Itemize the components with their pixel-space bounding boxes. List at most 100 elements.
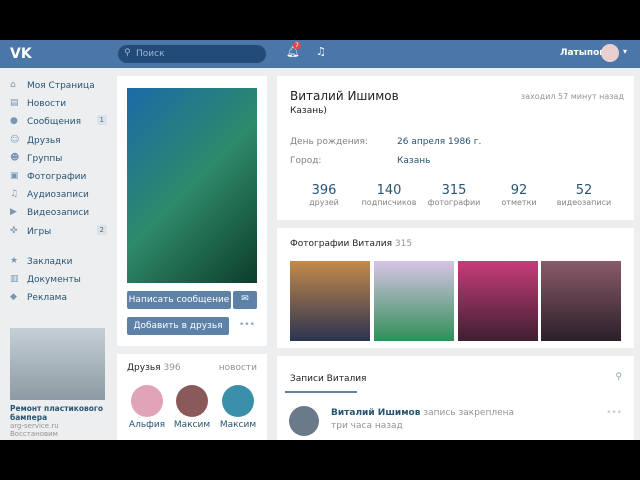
sidebar-count: 1 [96,115,107,126]
friend-name[interactable]: Альфия [125,420,169,430]
friends-updates-link[interactable]: новости [219,363,257,373]
music-icon[interactable]: ♫ [316,45,326,58]
write-message-button[interactable]: Написать сообщение [127,291,231,309]
sidebar-icon: ✜ [10,225,18,236]
friend-avatar[interactable] [131,385,163,417]
sidebar-item[interactable]: ⌂ Моя Страница [0,76,110,94]
search-icon[interactable]: ⚲ [615,372,622,382]
stat-label: видеозаписи [556,198,612,207]
pinned-label: запись закреплена [423,408,515,418]
sidebar-item[interactable]: ♫ Аудиозаписи [0,185,110,203]
post-author-avatar[interactable] [289,406,319,436]
sidebar-item-label: Видеозаписи [27,208,90,219]
add-friend-button[interactable]: Добавить в друзья [127,317,229,335]
sidebar-item-label: Фотографии [27,171,87,182]
user-avatar[interactable] [601,44,619,62]
profile-stat[interactable]: 52 видеозаписи [554,183,614,207]
stat-label: фотографии [427,198,481,207]
profile-stat[interactable]: 140 подписчиков [359,183,419,207]
sidebar-item[interactable]: ▣ Фотографии [0,167,110,185]
photo-thumb[interactable] [458,261,538,341]
stat-label: подписчиков [361,198,417,207]
sidebar-item[interactable]: ✜ Игры 2 [0,222,110,240]
ad-block[interactable]: Ремонт пластикового бампера arg-service.… [10,328,105,438]
friend-avatar[interactable] [222,385,254,417]
stat-number: 396 [311,183,337,198]
sidebar-item[interactable]: ◆ Реклама [0,288,110,306]
city-value[interactable]: Казань [397,156,430,166]
sidebar-item[interactable]: ☺ Друзья [0,131,110,149]
ad-text: Восстановим [10,430,58,438]
sidebar-item[interactable]: ▥ Документы [0,270,110,288]
sidebar-item-label: Группы [27,153,63,164]
stat-number: 92 [510,183,528,198]
sidebar-item-label: Игры [27,226,52,237]
last-seen: заходил 57 минут назад [520,92,624,101]
profile-stat[interactable]: 315 фотографии [424,183,484,207]
stat-number: 52 [575,183,593,198]
sidebar-item-label: Новости [27,99,67,110]
sidebar-item[interactable]: ☻ Группы [0,149,110,167]
sidebar-icon: ★ [10,255,19,266]
sidebar-icon: ☺ [10,134,20,145]
sidebar-icon: ◆ [10,292,17,303]
post-time[interactable]: три часа назад [331,421,403,431]
profile-stat[interactable]: 396 друзей [294,183,354,207]
search-icon: ⚲ [124,48,131,58]
photo-thumb[interactable] [374,261,454,341]
profile-status: Казань) [290,106,327,116]
friend-avatar[interactable] [176,385,208,417]
sidebar-icon: ♫ [10,189,19,200]
sidebar-item[interactable]: ▶ Видеозаписи [0,203,110,221]
sidebar-item[interactable]: ▤ Новости [0,94,110,112]
more-icon[interactable]: ••• [606,408,622,418]
photo-thumb[interactable] [290,261,370,341]
friend-name[interactable]: Максим [216,420,260,430]
vk-logo[interactable]: VK [10,46,32,62]
birthday-label: День рождения: [290,137,368,147]
stat-number: 315 [441,183,467,198]
friends-block: Друзья 396 новости Альфия Максим Максим [117,354,267,440]
stat-number: 140 [376,183,402,198]
sidebar-item-label: Друзья [27,135,61,146]
sidebar-icon: ▶ [10,207,17,218]
profile-photo[interactable] [127,88,257,283]
sidebar-item-label: Сообщения [27,117,82,128]
friends-count: 396 [163,363,181,373]
sidebar-item-label: Закладки [27,256,73,267]
sidebar-item-label: Документы [27,274,81,285]
ad-image[interactable] [10,328,105,400]
tab-wall[interactable]: Записи Виталия [290,374,366,384]
photos-title[interactable]: Фотографии Виталия [290,239,392,249]
post-author[interactable]: Виталий Ишимов [331,408,420,418]
more-icon[interactable]: ••• [239,320,255,330]
city-label: Город: [290,156,322,166]
profile-stat[interactable]: 92 отметки [489,183,549,207]
sidebar-item-label: Аудиозаписи [27,190,89,201]
sidebar-item[interactable]: ★ Закладки [0,252,110,270]
search-placeholder: Поиск [136,49,165,59]
gift-icon[interactable]: ✉ [233,291,257,309]
stat-label: отметки [501,198,537,207]
stat-label: друзей [309,198,339,207]
sidebar-icon: ⌂ [10,80,16,90]
ad-title[interactable]: Ремонт пластикового бампера [10,404,105,422]
photos-count: 315 [394,239,413,249]
tab-underline [285,391,357,393]
sidebar-icon: ● [10,116,18,127]
ad-url[interactable]: arg-service.ru [10,422,105,430]
photo-thumb[interactable] [541,261,621,341]
friends-title[interactable]: Друзья [127,363,161,373]
profile-info: Виталий Ишимов Казань) заходил 57 минут … [277,76,634,220]
sidebar-item[interactable]: ● Сообщения 1 [0,112,110,130]
profile-name: Виталий Ишимов [290,89,399,103]
top-bar: VK ⚲ Поиск 🔔︎ 7 ♫ Латыпов ▾ [0,40,640,68]
search-input[interactable]: ⚲ Поиск [118,45,266,63]
sidebar-icon: ▥ [10,273,19,284]
user-name[interactable]: Латыпов [560,48,605,58]
sidebar-item-label: Реклама [27,293,67,304]
friend-name[interactable]: Максим [170,420,214,430]
sidebar-icon: ☻ [10,152,20,163]
birthday-value[interactable]: 26 апреля 1986 г. [397,137,481,147]
chevron-down-icon[interactable]: ▾ [623,47,627,56]
